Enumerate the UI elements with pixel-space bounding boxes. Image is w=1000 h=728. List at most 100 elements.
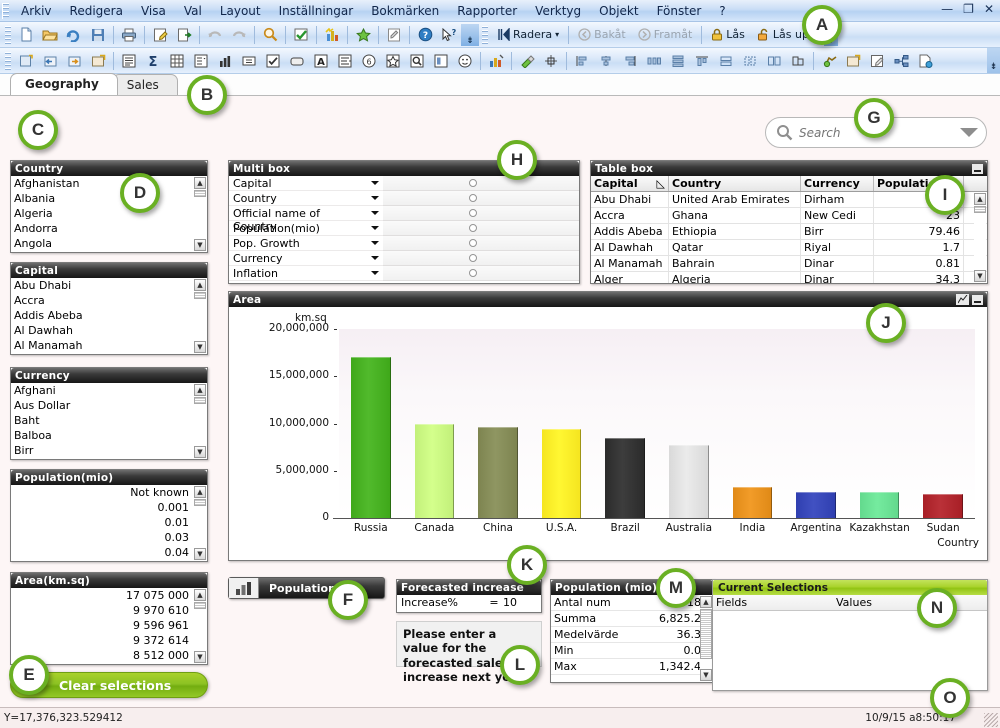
list-item[interactable]: Not known xyxy=(11,485,207,500)
scroll-up-icon[interactable]: ▲ xyxy=(974,193,986,205)
scroll-up-icon[interactable]: ▲ xyxy=(194,279,206,291)
forward-button[interactable]: Framåt xyxy=(632,24,699,45)
radio-icon[interactable] xyxy=(469,224,477,232)
scroll-down-icon[interactable]: ▼ xyxy=(974,270,986,282)
undo-icon[interactable] xyxy=(204,24,226,45)
multi-box-value-field[interactable] xyxy=(383,221,579,236)
line-arrow-icon[interactable] xyxy=(430,50,452,71)
scroll-thumb[interactable] xyxy=(700,609,712,659)
copy-image-icon[interactable] xyxy=(842,50,864,71)
open-folder-icon[interactable] xyxy=(39,24,61,45)
table-row[interactable]: Accra Ghana New Cedi 23 xyxy=(591,208,987,224)
menu-item-val[interactable]: Val xyxy=(175,2,211,20)
button-icon[interactable] xyxy=(286,50,308,71)
chart-icon[interactable] xyxy=(214,50,236,71)
theme-icon[interactable] xyxy=(818,50,840,71)
slider-icon[interactable] xyxy=(334,50,356,71)
help-icon[interactable]: ? xyxy=(414,24,436,45)
list-item[interactable]: 0.04 xyxy=(11,545,207,560)
link-icon[interactable] xyxy=(890,50,912,71)
scroll-thumb[interactable] xyxy=(194,499,206,506)
chart-bar[interactable] xyxy=(414,423,455,518)
next-sheet-icon[interactable] xyxy=(63,50,85,71)
toolbar-grip[interactable] xyxy=(5,25,11,44)
chart-bar[interactable] xyxy=(478,427,518,518)
clear-button[interactable]: Radera ▾ xyxy=(491,24,565,45)
stat-row[interactable]: Medelvärde 36.30 xyxy=(551,627,713,643)
scroll-down-icon[interactable]: ▼ xyxy=(194,651,206,663)
table-box[interactable]: Table box Capital ◺ Country Currency Pop… xyxy=(590,160,988,284)
cell-country[interactable]: United Arab Emirates xyxy=(669,192,801,207)
edit-module-icon[interactable] xyxy=(866,50,888,71)
list-box-icon[interactable] xyxy=(118,50,140,71)
column-header-capital[interactable]: Capital ◺ xyxy=(591,176,669,191)
listbox-capital-scrollbar[interactable]: ▲ ▼ xyxy=(194,279,206,353)
multi-box-icon[interactable] xyxy=(190,50,212,71)
multi-box-row[interactable]: Official name of Country xyxy=(229,206,579,233)
multi-box-row[interactable]: Pop. Growth xyxy=(229,236,579,251)
scroll-thumb[interactable] xyxy=(194,292,206,299)
list-item[interactable]: Addis Abeba xyxy=(11,308,207,323)
list-item[interactable]: 0.01 xyxy=(11,515,207,530)
cell-country[interactable]: Ghana xyxy=(669,208,801,223)
toolbar2-overflow[interactable]: ⇟ xyxy=(987,48,1000,73)
radio-icon[interactable] xyxy=(469,254,477,262)
radio-icon[interactable] xyxy=(469,269,477,277)
scroll-down-icon[interactable]: ▼ xyxy=(194,446,206,458)
scroll-up-icon[interactable]: ▲ xyxy=(194,486,206,498)
cell-capital[interactable]: Addis Abeba xyxy=(591,224,669,239)
multi-box-value-field[interactable] xyxy=(383,251,579,266)
design-toolbar-grip[interactable] xyxy=(5,51,11,70)
chevron-down-icon[interactable] xyxy=(367,176,383,191)
table-row[interactable]: Al Dawhah Qatar Riyal 1.7 xyxy=(591,240,987,256)
new-document-icon[interactable] xyxy=(15,24,37,45)
tab-geography[interactable]: Geography xyxy=(10,73,118,95)
scroll-up-icon[interactable]: ▲ xyxy=(700,596,712,608)
listbox-population-body[interactable]: Not known 0.001 0.01 0.03 0.04 ▲ ▼ xyxy=(11,485,207,561)
radio-icon[interactable] xyxy=(469,239,477,247)
list-item[interactable]: Abu Dhabi xyxy=(11,278,207,293)
list-item[interactable]: 0.03 xyxy=(11,530,207,545)
listbox-capital[interactable]: Capital Abu Dhabi Accra Addis Abeba Al D… xyxy=(10,262,208,355)
menu-item-fonster[interactable]: Fönster xyxy=(648,2,711,20)
cell-capital[interactable]: Al Dawhah xyxy=(591,240,669,255)
menu-item-arkiv[interactable]: Arkiv xyxy=(12,2,61,20)
listbox-area-body[interactable]: 17 075 000 9 970 610 9 596 961 9 372 614… xyxy=(11,588,207,664)
multi-box-value-field[interactable] xyxy=(383,266,579,281)
same-size-icon[interactable] xyxy=(763,50,785,71)
multi-box-row[interactable]: Inflation xyxy=(229,266,579,281)
search-dropdown-icon[interactable] xyxy=(960,128,978,137)
table-row[interactable]: Al Manamah Bahrain Dinar 0.81 xyxy=(591,256,987,272)
radio-icon[interactable] xyxy=(469,209,477,217)
column-header-currency[interactable]: Currency xyxy=(801,176,874,191)
menu-item-installningar[interactable]: Inställningar xyxy=(270,2,363,20)
list-item[interactable]: Aus Dollar xyxy=(11,398,207,413)
new-sheet-icon[interactable] xyxy=(15,50,37,71)
restore-icon[interactable]: ❐ xyxy=(961,2,976,16)
list-item[interactable]: Al Manamah xyxy=(11,338,207,353)
listbox-area-scrollbar[interactable]: ▲ ▼ xyxy=(194,589,206,663)
listbox-capital-body[interactable]: Abu Dhabi Accra Addis Abeba Al Dawhah Al… xyxy=(11,278,207,354)
cell-currency[interactable]: Dinar xyxy=(801,256,874,271)
chevron-down-icon[interactable] xyxy=(367,251,383,266)
menu-item-rapporter[interactable]: Rapporter xyxy=(448,2,526,20)
print-icon[interactable] xyxy=(118,24,140,45)
resize-grip-icon[interactable] xyxy=(984,713,998,727)
radio-icon[interactable] xyxy=(469,179,477,187)
whats-this-icon[interactable]: ? xyxy=(438,24,460,45)
align-left-icon[interactable] xyxy=(571,50,593,71)
listbox-population-scrollbar[interactable]: ▲ ▼ xyxy=(194,486,206,560)
lock-button[interactable]: Lås xyxy=(705,24,751,45)
menu-grip[interactable] xyxy=(2,2,9,19)
cell-country[interactable]: Ethiopia xyxy=(669,224,801,239)
list-item[interactable]: Birr xyxy=(11,443,207,458)
current-selections-icon[interactable] xyxy=(262,50,284,71)
group-icon[interactable] xyxy=(787,50,809,71)
cell-population[interactable]: 1.7 xyxy=(874,240,964,255)
listbox-currency-body[interactable]: Afghani Aus Dollar Baht Balboa Birr ▲ ▼ xyxy=(11,383,207,459)
menu-item-verktyg[interactable]: Verktyg xyxy=(526,2,590,20)
list-item[interactable]: Angola xyxy=(11,236,207,251)
multi-box-row[interactable]: Population(mio) xyxy=(229,221,579,236)
list-item[interactable]: 9 970 610 xyxy=(11,603,207,618)
text-object-icon[interactable]: A xyxy=(310,50,332,71)
